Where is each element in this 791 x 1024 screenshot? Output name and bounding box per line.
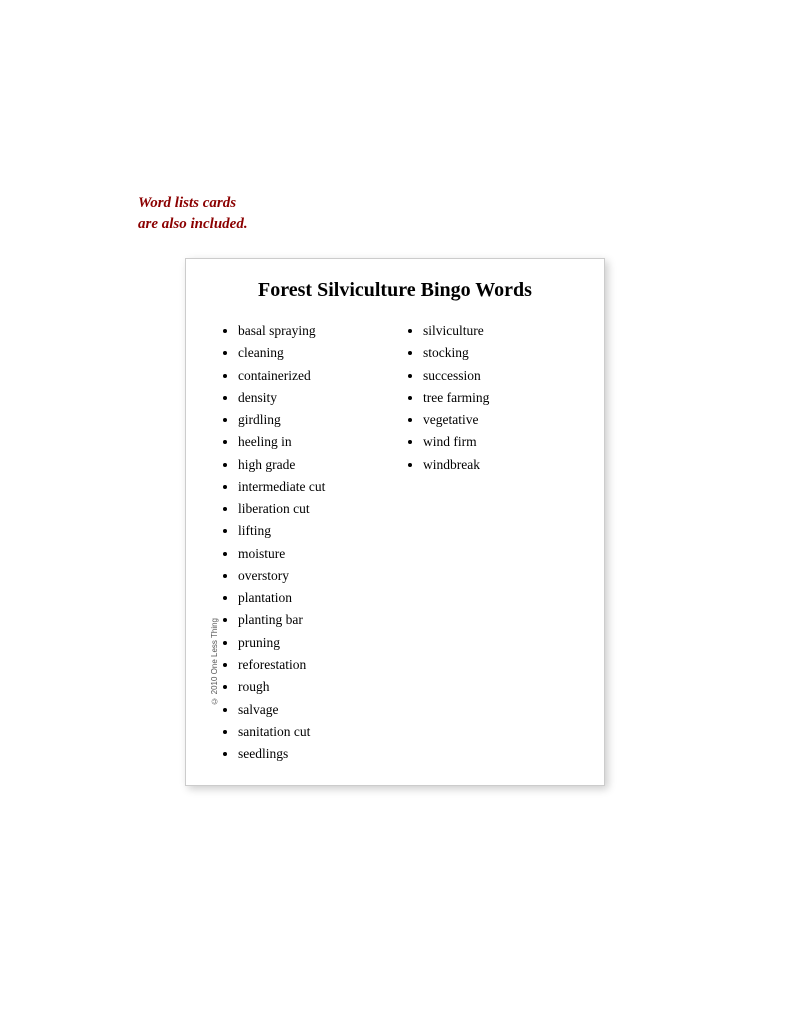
- list-item: rough: [238, 676, 395, 698]
- list-item: windbreak: [423, 454, 580, 476]
- list-item: succession: [423, 365, 580, 387]
- list-item: liberation cut: [238, 498, 395, 520]
- right-column: silviculturestockingsuccessiontree farmi…: [395, 320, 580, 765]
- list-item: basal spraying: [238, 320, 395, 342]
- list-item: heeling in: [238, 431, 395, 453]
- page-wrapper: Word lists cards are also included. Fore…: [0, 0, 791, 1024]
- list-item: overstory: [238, 565, 395, 587]
- left-word-list: basal sprayingcleaningcontainerizeddensi…: [220, 320, 395, 765]
- left-column: basal sprayingcleaningcontainerizeddensi…: [210, 320, 395, 765]
- bingo-card: Forest Silviculture Bingo Words basal sp…: [185, 258, 605, 786]
- list-item: lifting: [238, 520, 395, 542]
- word-lists-line2: are also included.: [138, 216, 248, 232]
- right-word-list: silviculturestockingsuccessiontree farmi…: [405, 320, 580, 476]
- list-item: containerized: [238, 365, 395, 387]
- list-item: reforestation: [238, 654, 395, 676]
- word-lists-line1: Word lists cards: [138, 195, 236, 211]
- list-item: density: [238, 387, 395, 409]
- list-item: moisture: [238, 543, 395, 565]
- list-item: salvage: [238, 699, 395, 721]
- list-item: planting bar: [238, 609, 395, 631]
- list-item: intermediate cut: [238, 476, 395, 498]
- list-item: wind firm: [423, 431, 580, 453]
- list-item: cleaning: [238, 342, 395, 364]
- card-title: Forest Silviculture Bingo Words: [210, 279, 580, 302]
- copyright-text: © 2010 One Less Thing: [210, 618, 219, 706]
- list-item: vegetative: [423, 409, 580, 431]
- list-item: tree farming: [423, 387, 580, 409]
- word-columns: basal sprayingcleaningcontainerizeddensi…: [210, 320, 580, 765]
- list-item: seedlings: [238, 743, 395, 765]
- list-item: plantation: [238, 587, 395, 609]
- list-item: girdling: [238, 409, 395, 431]
- list-item: stocking: [423, 342, 580, 364]
- list-item: pruning: [238, 632, 395, 654]
- list-item: high grade: [238, 454, 395, 476]
- list-item: sanitation cut: [238, 721, 395, 743]
- word-lists-label: Word lists cards are also included.: [138, 193, 248, 235]
- list-item: silviculture: [423, 320, 580, 342]
